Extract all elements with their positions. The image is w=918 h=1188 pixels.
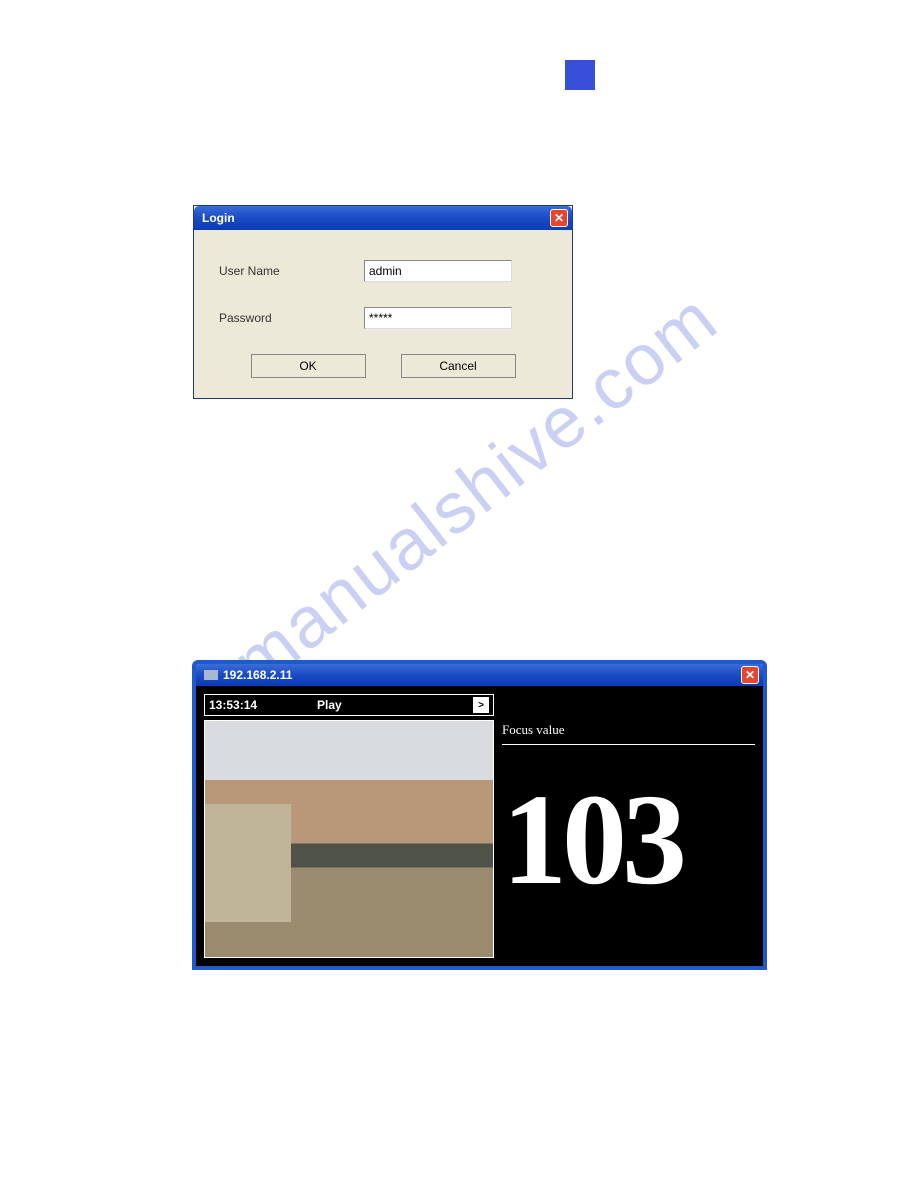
video-frame bbox=[204, 720, 494, 958]
login-body: User Name Password OK Cancel bbox=[194, 230, 572, 398]
video-left-panel: 13:53:14 Play > bbox=[204, 694, 494, 958]
video-content bbox=[205, 804, 291, 922]
close-icon: ✕ bbox=[745, 668, 755, 682]
expand-button[interactable]: > bbox=[473, 697, 489, 713]
video-statusbar: 13:53:14 Play > bbox=[204, 694, 494, 716]
username-input[interactable] bbox=[364, 260, 512, 282]
ok-button[interactable]: OK bbox=[251, 354, 366, 378]
password-row: Password bbox=[219, 307, 547, 329]
video-close-button[interactable]: ✕ bbox=[741, 666, 759, 684]
cancel-button[interactable]: Cancel bbox=[401, 354, 516, 378]
button-row: OK Cancel bbox=[219, 354, 547, 378]
camera-icon bbox=[204, 670, 218, 680]
password-label: Password bbox=[219, 311, 364, 325]
video-window: 192.168.2.11 ✕ 13:53:14 Play > Focus val… bbox=[192, 660, 767, 970]
login-titlebar: Login ✕ bbox=[194, 206, 572, 230]
close-icon: ✕ bbox=[554, 211, 564, 225]
video-titlebar: 192.168.2.11 ✕ bbox=[196, 664, 763, 686]
video-ip-address: 192.168.2.11 bbox=[223, 668, 292, 682]
login-title: Login bbox=[202, 211, 235, 225]
close-button[interactable]: ✕ bbox=[550, 209, 568, 227]
login-dialog: Login ✕ User Name Password OK Cancel bbox=[193, 205, 573, 399]
chevron-right-icon: > bbox=[478, 700, 484, 711]
video-right-panel: Focus value 103 bbox=[502, 694, 755, 958]
video-status: Play bbox=[317, 698, 473, 712]
username-row: User Name bbox=[219, 260, 547, 282]
username-label: User Name bbox=[219, 264, 364, 278]
video-body: 13:53:14 Play > Focus value 103 bbox=[196, 686, 763, 966]
focus-label: Focus value bbox=[502, 722, 755, 745]
video-time: 13:53:14 bbox=[209, 698, 317, 712]
focus-value: 103 bbox=[502, 775, 755, 905]
video-title: 192.168.2.11 bbox=[204, 668, 292, 682]
password-input[interactable] bbox=[364, 307, 512, 329]
decorative-square bbox=[565, 60, 595, 90]
